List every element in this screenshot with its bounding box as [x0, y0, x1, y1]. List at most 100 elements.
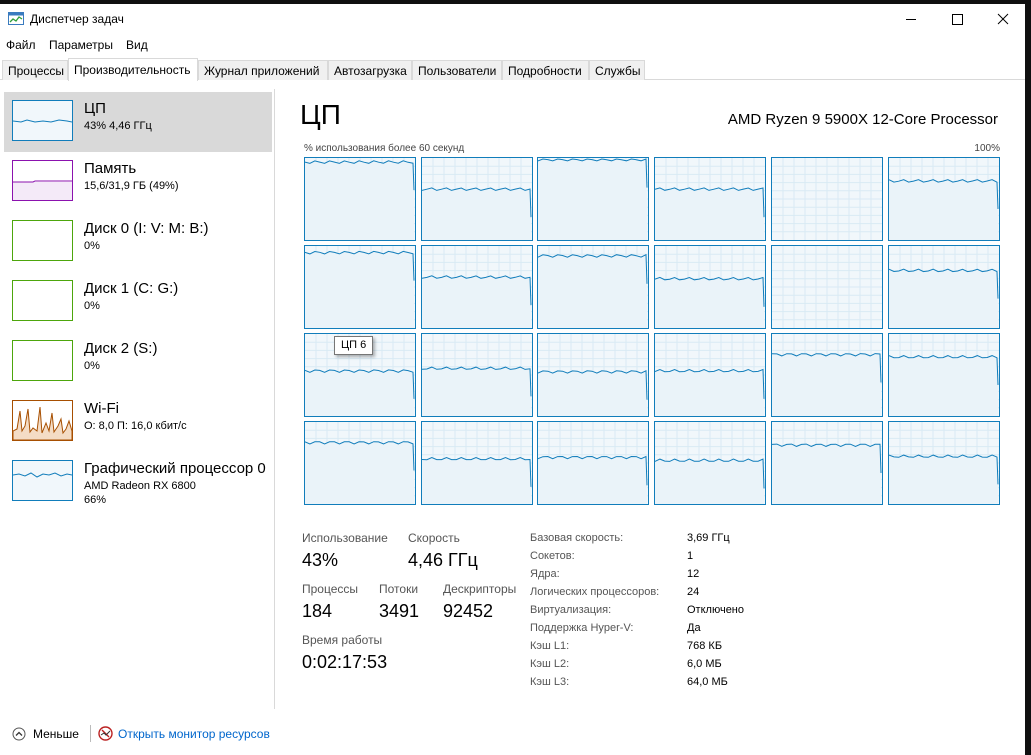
core-graph-5[interactable] [887, 157, 1000, 241]
core-graph-13[interactable] [420, 333, 533, 417]
core-graph-17[interactable] [887, 333, 1000, 417]
graph-caption: % использования более 60 секунд [304, 143, 465, 154]
core-graph-plot [538, 158, 649, 240]
core-graph-15[interactable] [654, 333, 767, 417]
core-graph-plot [421, 334, 532, 416]
core-graph-plot [655, 158, 766, 240]
spec-label-sockets: Сокетов: [530, 550, 575, 562]
uptime-label: Время работы [302, 633, 383, 647]
core-graph-9[interactable] [654, 245, 767, 329]
processes-value: 184 [302, 601, 333, 621]
menu-options[interactable]: Параметры [49, 38, 113, 52]
minimize-icon [906, 19, 916, 20]
spec-label-l2-cache: Кэш L2: [530, 658, 570, 670]
cpu-model-name: AMD Ryzen 9 5900X 12-Core Processor [727, 111, 998, 128]
sidebar-item-memory[interactable]: Память 15,6/31,9 ГБ (49%) [4, 152, 272, 212]
tab-performance[interactable]: Производительность [68, 58, 198, 81]
tab-processes[interactable]: Процессы [2, 60, 68, 80]
core-graph-plot [538, 422, 649, 504]
usage-label: Использование [302, 531, 388, 545]
core-graph-plot [888, 422, 999, 504]
core-graph-plot [305, 422, 415, 504]
spec-value-base-speed: 3,69 ГГц [687, 532, 730, 544]
core-graph-plot [771, 158, 882, 240]
resource-monitor-icon[interactable] [98, 726, 113, 741]
core-graph-18[interactable] [304, 421, 416, 505]
core-graph-10[interactable] [770, 245, 883, 329]
usage-value: 43% [302, 550, 339, 570]
core-graph-plot [771, 246, 882, 328]
sidebar-item-disk2[interactable]: Диск 2 (S:) 0% [4, 332, 272, 392]
core-tooltip: ЦП 6 [334, 336, 374, 355]
core-graph-4[interactable] [770, 157, 883, 241]
sidebar-item-detail: 43% 4,46 ГГц [84, 120, 152, 132]
core-graph-plot [655, 334, 766, 416]
sidebar-item-wifi[interactable]: Wi-Fi О: 8,0 П: 16,0 кбит/с [4, 392, 272, 452]
resource-sidebar: ЦП 43% 4,46 ГГц Память 15,6/31,9 ГБ (49%… [0, 89, 275, 709]
core-graph-20[interactable] [537, 421, 650, 505]
core-graph-plot [538, 334, 649, 416]
logical-processor-graph-grid[interactable] [304, 157, 1000, 505]
core-graph-14[interactable] [537, 333, 650, 417]
maximize-button[interactable] [934, 4, 980, 34]
disk1-thumbnail-graph [12, 280, 73, 321]
sidebar-item-cpu[interactable]: ЦП 43% 4,46 ГГц [4, 92, 272, 152]
core-graph-plot [655, 246, 766, 328]
sidebar-item-disk1[interactable]: Диск 1 (C: G:) 0% [4, 272, 272, 332]
cpu-thumbnail-graph [12, 100, 73, 141]
minimize-button[interactable] [888, 4, 934, 34]
fewer-details-link[interactable]: Меньше [33, 727, 79, 741]
core-graph-plot [888, 158, 999, 240]
spec-label-hyperv: Поддержка Hyper-V: [530, 622, 634, 634]
core-graph-11[interactable] [887, 245, 1000, 329]
menu-view[interactable]: Вид [126, 38, 148, 52]
tab-app-history[interactable]: Журнал приложений [198, 60, 328, 80]
spec-label-base-speed: Базовая скорость: [530, 532, 624, 544]
core-graph-23[interactable] [887, 421, 1000, 505]
menu-bar: Файл Параметры Вид [0, 36, 1025, 56]
core-graph-16[interactable] [770, 333, 883, 417]
threads-value: 3491 [379, 601, 420, 621]
core-graph-19[interactable] [420, 421, 533, 505]
sidebar-item-detail: 15,6/31,9 ГБ (49%) [84, 180, 179, 192]
spec-label-virtualization: Виртуализация: [530, 604, 612, 616]
core-graph-8[interactable] [537, 245, 650, 329]
sidebar-item-detail: 0% [84, 240, 100, 252]
disk0-thumbnail-graph [12, 220, 73, 261]
handles-label: Дескрипторы [443, 582, 517, 596]
core-graph-1[interactable] [420, 157, 533, 241]
core-graph-21[interactable] [654, 421, 767, 505]
title-bar[interactable]: Диспетчер задач [0, 4, 1025, 34]
core-graph-3[interactable] [654, 157, 767, 241]
open-resource-monitor-link[interactable]: Открыть монитор ресурсов [118, 727, 270, 741]
footer-bar: Меньше Открыть монитор ресурсов [0, 720, 1025, 750]
core-graph-plot [888, 246, 999, 328]
tab-startup[interactable]: Автозагрузка [328, 60, 412, 80]
graph-max-label: 100% [974, 143, 1000, 154]
sidebar-item-title: Диск 1 (C: G:) [84, 280, 179, 297]
tab-users[interactable]: Пользователи [412, 60, 502, 80]
sidebar-item-disk0[interactable]: Диск 0 (I: V: M: B:) 0% [4, 212, 272, 272]
core-graph-0[interactable] [304, 157, 416, 241]
sidebar-item-title: Графический процессор 0 [84, 460, 266, 477]
tab-services[interactable]: Службы [589, 60, 645, 80]
chevron-up-icon[interactable] [12, 727, 26, 741]
speed-value: 4,46 ГГц [408, 550, 478, 570]
tab-bar: Процессы Производительность Журнал прило… [0, 58, 1025, 81]
core-graph-plot [771, 334, 882, 416]
tab-details[interactable]: Подробности [502, 60, 589, 80]
disk2-thumbnail-graph [12, 340, 73, 381]
task-manager-icon [8, 12, 24, 25]
core-graph-7[interactable] [420, 245, 533, 329]
menu-file[interactable]: Файл [6, 38, 36, 52]
core-graph-6[interactable] [304, 245, 416, 329]
sidebar-item-gpu[interactable]: Графический процессор 0 AMD Radeon RX 68… [4, 452, 272, 512]
core-graph-2[interactable] [537, 157, 650, 241]
spec-label-l1-cache: Кэш L1: [530, 640, 570, 652]
close-button[interactable] [980, 4, 1025, 34]
sidebar-item-title: Диск 2 (S:) [84, 340, 158, 357]
core-graph-plot [305, 246, 415, 328]
core-graph-22[interactable] [770, 421, 883, 505]
uptime-value: 0:02:17:53 [302, 652, 388, 672]
spec-label-cores: Ядра: [530, 568, 560, 580]
